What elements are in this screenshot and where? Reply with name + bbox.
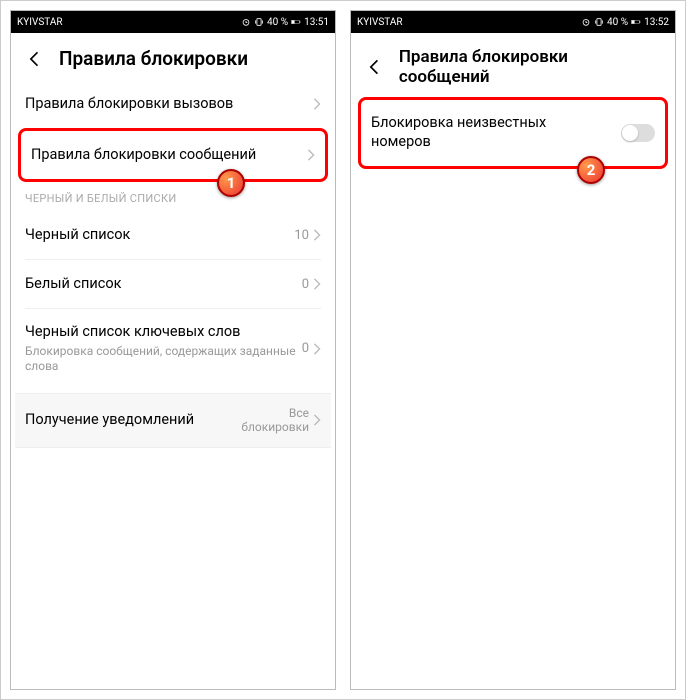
step-badge: 2 [577,156,605,184]
row-block-messages[interactable]: Правила блокировки сообщений [21,131,325,179]
clock: 13:51 [304,17,329,28]
chevron-right-icon [313,414,321,426]
status-bar: KYIVSTAR 40 % 13:51 [11,11,335,33]
content: Правила блокировки вызовов Правила блоки… [11,80,335,689]
row-label: Правила блокировки вызовов [25,95,233,114]
app-header: Правила блокировки сообщений [351,33,675,97]
row-label: Черный список ключевых слов [25,323,302,342]
phone-left: KYIVSTAR 40 % 13:51 Правила блокировки П… [10,10,336,690]
row-whitelist[interactable]: Белый список 0 [15,260,331,308]
chevron-right-icon [313,98,321,110]
battery-text: 40 % [267,17,288,28]
battery-icon [291,17,301,27]
app-header: Правила блокировки [11,33,335,80]
alarm-icon [581,17,591,27]
highlight-box: Блокировка неизвестных номеров 2 [358,97,668,169]
row-value: 0 [302,277,309,292]
page-title: Правила блокировки [59,47,248,70]
status-bar: KYIVSTAR 40 % 13:52 [351,11,675,33]
step-badge: 1 [217,169,245,197]
row-value: 10 [294,228,309,243]
status-right: 40 % 13:52 [581,17,669,28]
row-notifications[interactable]: Получение уведомлений Все блокировки [15,393,331,448]
chevron-right-icon [313,343,321,355]
chevron-right-icon [313,278,321,290]
back-icon[interactable] [25,49,45,69]
vibrate-icon [254,17,264,27]
chevron-right-icon [313,229,321,241]
vibrate-icon [594,17,604,27]
toggle-switch[interactable] [621,124,655,142]
row-label: Блокировка неизвестных номеров [371,114,571,152]
battery-text: 40 % [607,17,628,28]
row-label: Получение уведомлений [25,411,194,430]
battery-icon [631,17,641,27]
highlight-box: Правила блокировки сообщений 1 [18,128,328,182]
carrier: KYIVSTAR [357,17,403,28]
section-header: ЧЕРНЫЙ И БЕЛЫЙ СПИСКИ [15,182,331,211]
row-value: 0 [302,341,309,356]
row-block-calls[interactable]: Правила блокировки вызовов [15,80,331,128]
chevron-right-icon [307,149,315,161]
content: Блокировка неизвестных номеров 2 [351,97,675,689]
phone-right: KYIVSTAR 40 % 13:52 Правила блокировки с… [350,10,676,690]
status-right: 40 % 13:51 [241,17,329,28]
page-title: Правила блокировки сообщений [399,47,661,87]
row-block-unknown[interactable]: Блокировка неизвестных номеров [361,100,665,166]
row-label: Черный список [25,226,130,245]
clock: 13:52 [644,17,669,28]
alarm-icon [241,17,251,27]
carrier: KYIVSTAR [17,17,63,28]
row-value: Все блокировки [219,406,309,435]
row-blacklist[interactable]: Черный список 10 [15,211,331,259]
row-label: Правила блокировки сообщений [31,146,256,165]
row-keywords[interactable]: Черный список ключевых слов Блокировка с… [15,309,331,389]
row-sublabel: Блокировка сообщений, содержащих заданны… [25,344,302,375]
row-label: Белый список [25,275,121,294]
back-icon[interactable] [365,57,385,77]
